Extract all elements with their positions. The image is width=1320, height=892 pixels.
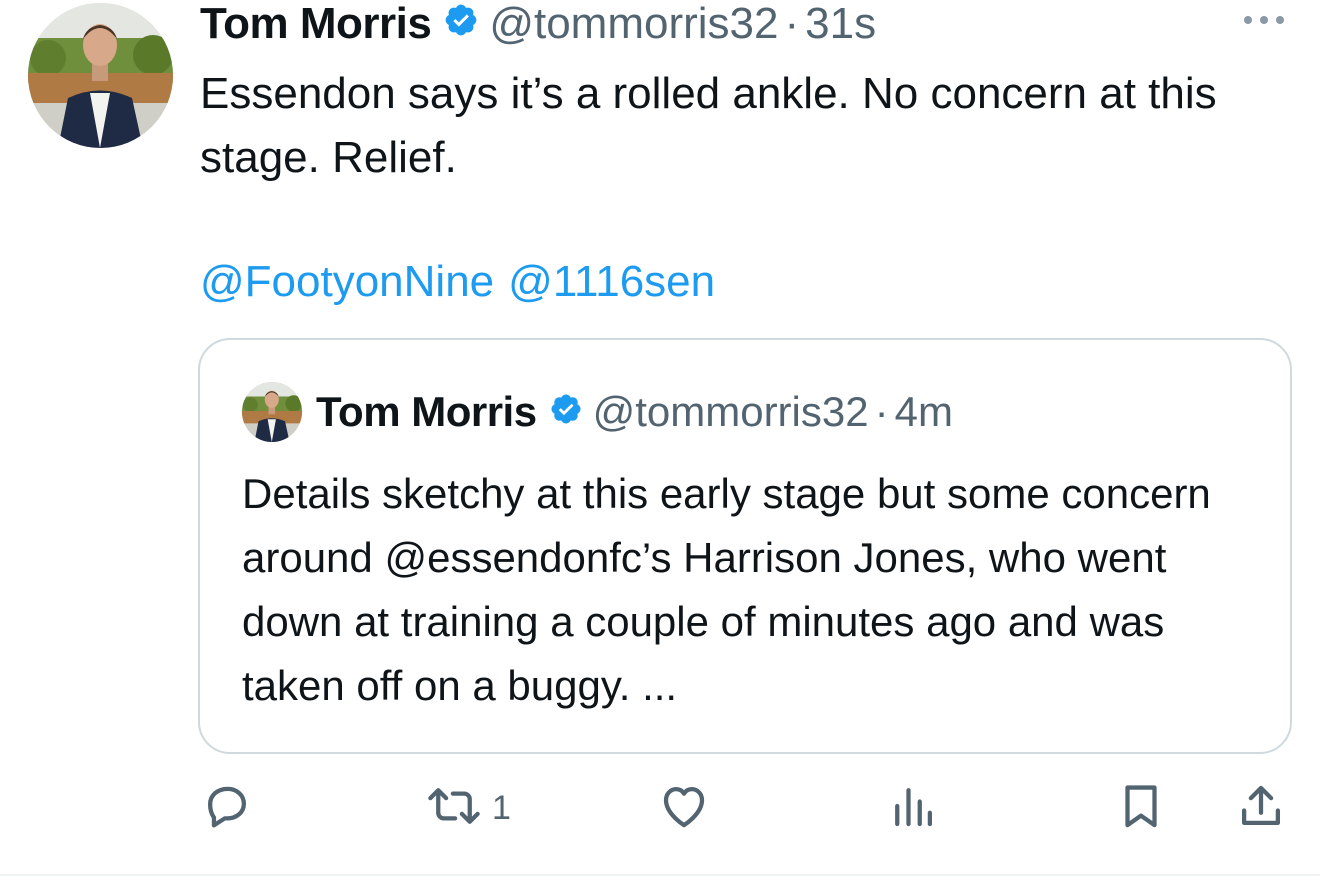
author-handle[interactable]: @tommorris32 <box>489 0 778 48</box>
separator-dot: · <box>784 0 800 48</box>
quoted-tweet-text: Details sketchy at this early stage but … <box>242 470 1211 709</box>
more-horizontal-icon[interactable] <box>1240 6 1288 34</box>
quoted-tweet-timestamp: 4m <box>894 388 953 435</box>
verified-badge-icon <box>443 0 479 48</box>
retweet-count: 1 <box>492 788 511 827</box>
quoted-tweet-header: Tom Morris @tommorris32 · 4m <box>316 386 953 438</box>
bookmark-button[interactable] <box>1114 780 1168 836</box>
avatar[interactable] <box>28 3 173 148</box>
reply-icon <box>200 779 254 838</box>
share-icon <box>1234 779 1288 838</box>
separator-dot: · <box>874 388 889 435</box>
bookmark-icon <box>1114 779 1168 838</box>
quoted-author-handle: @tommorris32 <box>592 388 869 435</box>
tweet-timestamp[interactable]: 31s <box>805 0 876 48</box>
verified-badge-icon <box>549 386 583 438</box>
views-button[interactable] <box>886 780 940 836</box>
share-button[interactable] <box>1234 780 1288 836</box>
retweet-icon <box>424 779 484 838</box>
tweet-text: Essendon says it’s a rolled ankle. No co… <box>200 69 1217 182</box>
quoted-author-name: Tom Morris <box>316 388 537 435</box>
retweet-button[interactable]: 1 <box>424 780 511 836</box>
mention-link[interactable]: @1116sen <box>508 257 715 306</box>
views-chart-icon <box>886 779 940 838</box>
author-name[interactable]: Tom Morris <box>200 0 432 48</box>
quoted-tweet[interactable]: Tom Morris @tommorris32 · 4m Details ske… <box>198 338 1292 754</box>
tweet-action-bar: 1 <box>0 780 1320 836</box>
tweet-mentions: @FootyonNine @1116sen <box>200 252 729 312</box>
mention-link[interactable]: @FootyonNine <box>200 257 494 306</box>
tweet-header: Tom Morris @tommorris32 · 31s <box>200 0 876 48</box>
reply-button[interactable] <box>200 780 254 836</box>
tweet[interactable]: Tom Morris @tommorris32 · 31s Essendon s… <box>0 0 1320 876</box>
quoted-avatar[interactable] <box>242 382 302 442</box>
heart-icon <box>656 779 712 838</box>
like-button[interactable] <box>656 780 712 836</box>
